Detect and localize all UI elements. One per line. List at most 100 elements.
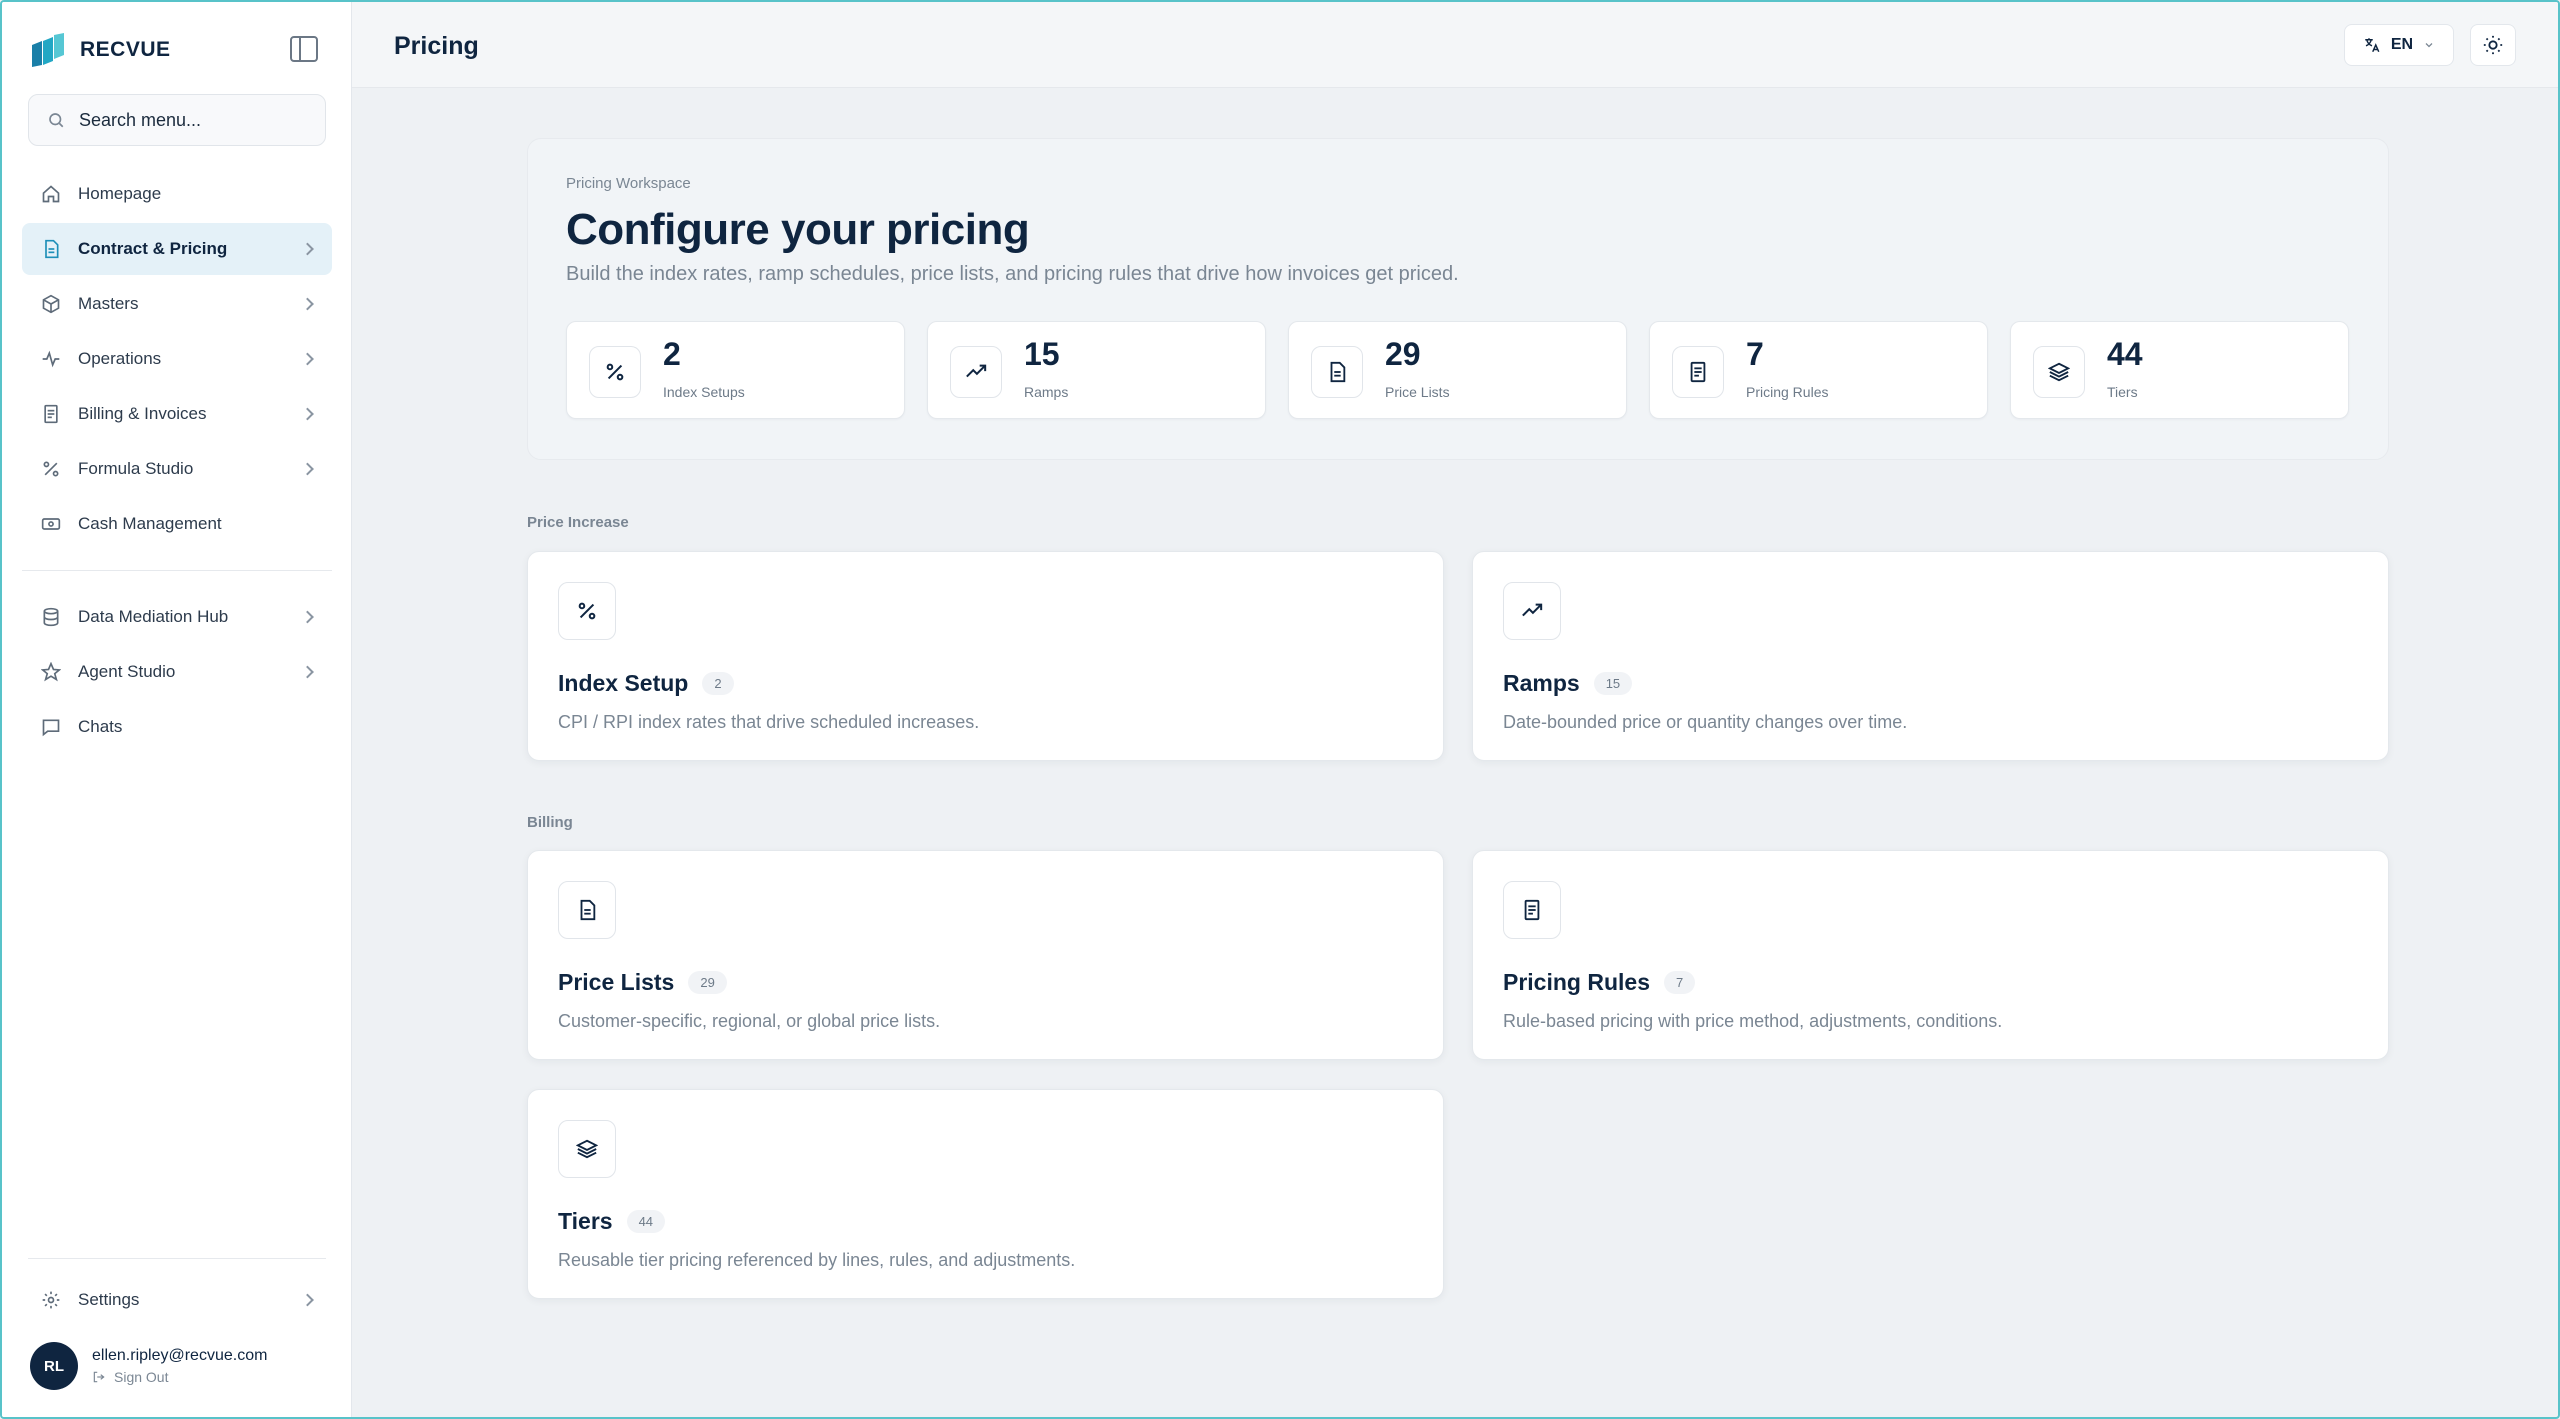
activity-icon xyxy=(40,348,62,370)
sidebar: RECVUE Homepage Contract & Pricing Maste… xyxy=(2,2,352,1417)
trending-up-icon xyxy=(950,346,1002,398)
card-description: Customer-specific, regional, or global p… xyxy=(558,1011,941,1031)
sidebar-item-agent-studio[interactable]: Agent Studio xyxy=(22,646,332,698)
sidebar-item-billing-invoices[interactable]: Billing & Invoices xyxy=(22,388,332,440)
sidebar-item-cash-management[interactable]: Cash Management xyxy=(22,498,332,550)
file-text-icon xyxy=(558,881,616,939)
layers-icon xyxy=(2033,346,2085,398)
sun-icon xyxy=(2483,35,2503,55)
stat-value: 7 xyxy=(1746,336,1764,372)
chevron-right-icon xyxy=(301,462,314,476)
settings-section: Settings xyxy=(22,1274,332,1329)
stat-card-tiers[interactable]: 44 Tiers xyxy=(2010,321,2349,419)
sidebar-item-label: Operations xyxy=(78,349,162,368)
receipt-icon xyxy=(1672,346,1724,398)
stat-label: Index Setups xyxy=(663,384,745,400)
chevron-right-icon xyxy=(301,1293,314,1307)
stat-value: 15 xyxy=(1024,336,1060,372)
sidebar-item-data-mediation-hub[interactable]: Data Mediation Hub xyxy=(22,591,332,643)
count-badge: 44 xyxy=(626,1210,666,1233)
card-title: Tiers xyxy=(558,1208,613,1234)
card-title: Price Lists xyxy=(558,969,675,995)
percent-icon xyxy=(40,458,62,480)
sidebar-footer-divider xyxy=(28,1258,326,1259)
section-label-billing: Billing xyxy=(527,814,573,831)
box-icon xyxy=(40,293,62,315)
stat-card-ramps[interactable]: 15 Ramps xyxy=(927,321,1266,419)
sign-out-label: Sign Out xyxy=(114,1369,169,1385)
sidebar-item-label: Agent Studio xyxy=(78,662,176,681)
percent-icon xyxy=(558,582,616,640)
card-title: Ramps xyxy=(1503,670,1580,696)
card-description: Rule-based pricing with price method, ad… xyxy=(1503,1011,2003,1031)
sidebar-item-masters[interactable]: Masters xyxy=(22,278,332,330)
sidebar-item-operations[interactable]: Operations xyxy=(22,333,332,385)
brand[interactable]: RECVUE xyxy=(30,30,171,70)
invoice-icon xyxy=(40,403,62,425)
sidebar-item-label: Contract & Pricing xyxy=(78,239,228,258)
sidebar-item-label: Homepage xyxy=(78,184,162,203)
home-icon xyxy=(40,183,62,205)
search-box[interactable] xyxy=(28,94,326,146)
card-price-lists[interactable]: Price Lists 29 Customer-specific, region… xyxy=(527,850,1444,1060)
card-tiers[interactable]: Tiers 44 Reusable tier pricing reference… xyxy=(527,1089,1444,1299)
chat-icon xyxy=(40,716,62,738)
sidebar-item-contract-pricing[interactable]: Contract & Pricing xyxy=(22,223,332,275)
user-email: ellen.ripley@recvue.com xyxy=(92,1347,268,1364)
count-badge: 7 xyxy=(1663,971,1696,994)
chevron-right-icon xyxy=(301,665,314,679)
nav-divider xyxy=(22,570,332,571)
gear-icon xyxy=(40,1289,62,1311)
hero-title: Configure your pricing xyxy=(566,205,1030,254)
stat-card-index-setups[interactable]: 2 Index Setups xyxy=(566,321,905,419)
count-badge: 15 xyxy=(1593,672,1633,695)
chevron-right-icon xyxy=(301,352,314,366)
sign-out-link[interactable]: Sign Out xyxy=(92,1369,267,1385)
stat-label: Tiers xyxy=(2107,384,2138,400)
stat-value: 44 xyxy=(2107,336,2143,372)
main-nav: Homepage Contract & Pricing Masters Oper… xyxy=(22,168,332,756)
sidebar-toggle-button[interactable] xyxy=(290,36,318,62)
sidebar-item-label: Data Mediation Hub xyxy=(78,607,229,626)
stat-card-pricing-rules[interactable]: 7 Pricing Rules xyxy=(1649,321,1988,419)
chevron-right-icon xyxy=(301,407,314,421)
chevron-right-icon xyxy=(301,242,314,256)
receipt-icon xyxy=(1503,881,1561,939)
layers-icon xyxy=(558,1120,616,1178)
count-badge: 29 xyxy=(688,971,727,994)
document-icon xyxy=(40,238,62,260)
section-label-price-increase: Price Increase xyxy=(527,514,629,531)
app-window: RECVUE Homepage Contract & Pricing Maste… xyxy=(0,0,2560,1419)
avatar[interactable]: RL xyxy=(30,1342,78,1390)
card-pricing-rules[interactable]: Pricing Rules 7 Rule-based pricing with … xyxy=(1472,850,2389,1060)
card-ramps[interactable]: Ramps 15 Date-bounded price or quantity … xyxy=(1472,551,2389,761)
stat-label: Pricing Rules xyxy=(1746,384,1829,400)
user-profile: RL ellen.ripley@recvue.com Sign Out xyxy=(30,1342,267,1390)
percent-icon xyxy=(589,346,641,398)
top-bar: Pricing EN xyxy=(352,2,2558,88)
sidebar-item-label: Masters xyxy=(78,294,139,313)
stat-value: 2 xyxy=(663,336,681,372)
sidebar-item-settings[interactable]: Settings xyxy=(22,1274,332,1326)
stats-row: 2 Index Setups 15 Ramps 29 Price Lists 7… xyxy=(566,321,2349,419)
stat-card-price-lists[interactable]: 29 Price Lists xyxy=(1288,321,1627,419)
recvue-logo-icon xyxy=(32,33,64,67)
trending-up-icon xyxy=(1503,582,1561,640)
sidebar-item-formula-studio[interactable]: Formula Studio xyxy=(22,443,332,495)
sidebar-item-homepage[interactable]: Homepage xyxy=(22,168,332,220)
theme-toggle-button[interactable] xyxy=(2470,24,2516,66)
search-input[interactable] xyxy=(79,109,319,131)
chevron-right-icon xyxy=(301,610,314,624)
page-title: Pricing xyxy=(394,32,479,60)
sidebar-item-chats[interactable]: Chats xyxy=(22,701,332,753)
hero-eyebrow: Pricing Workspace xyxy=(566,175,691,192)
file-text-icon xyxy=(1311,346,1363,398)
sidebar-item-label: Billing & Invoices xyxy=(78,404,207,423)
card-index-setup[interactable]: Index Setup 2 CPI / RPI index rates that… xyxy=(527,551,1444,761)
sidebar-item-label: Formula Studio xyxy=(78,459,194,478)
database-icon xyxy=(40,606,62,628)
chevron-right-icon xyxy=(301,297,314,311)
card-description: Reusable tier pricing referenced by line… xyxy=(558,1250,1076,1270)
stat-value: 29 xyxy=(1385,336,1421,372)
language-selector[interactable]: EN xyxy=(2344,24,2454,66)
